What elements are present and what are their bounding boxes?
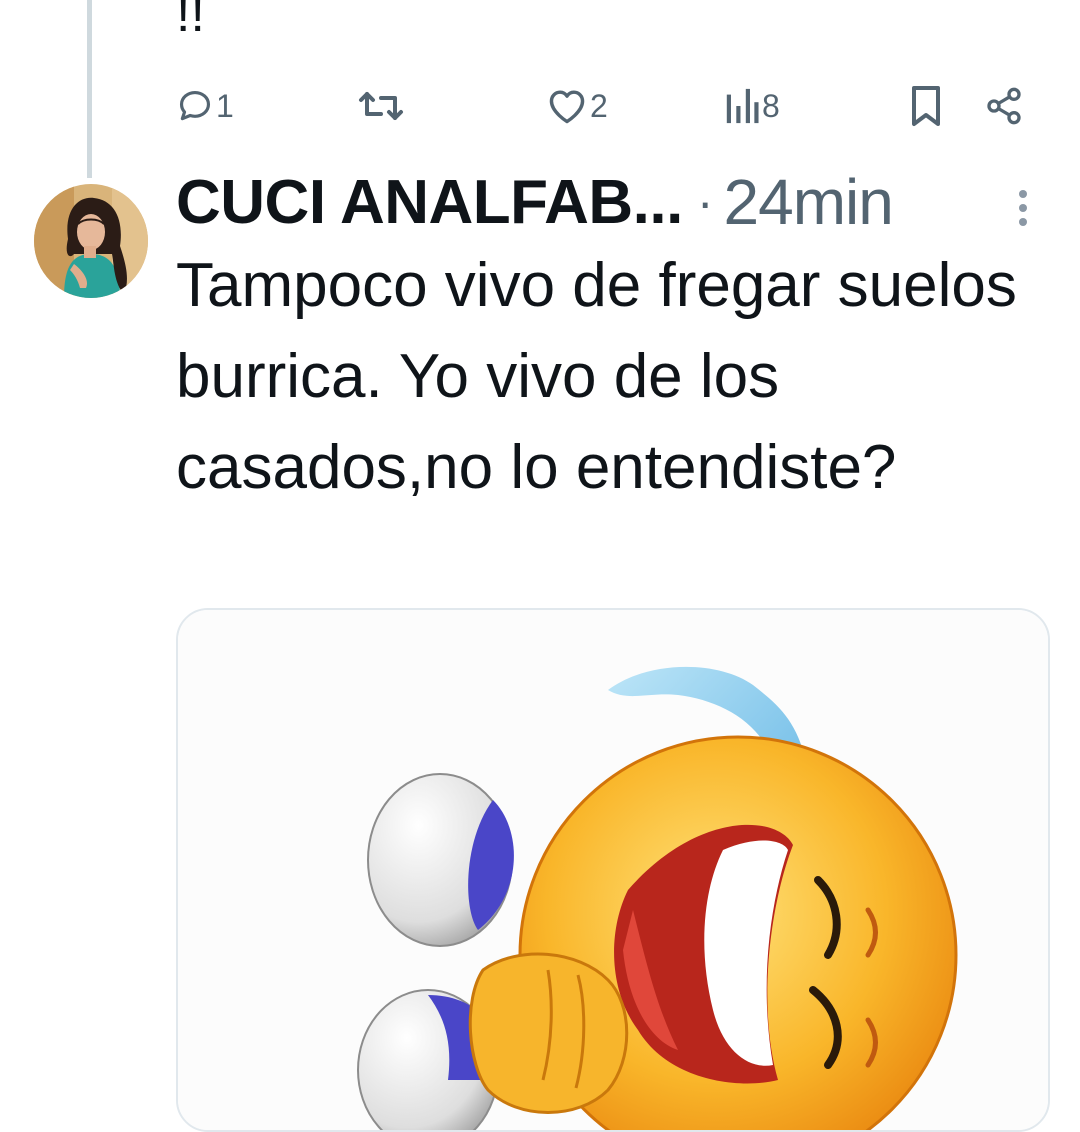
like-button[interactable]: 2 [546,80,608,132]
bookmark-button[interactable] [906,80,946,132]
tweet-header: CUCI ANALFAB... · 24min [176,164,894,240]
tweet-timestamp[interactable]: 24min [724,165,894,239]
views-button[interactable]: 8 [724,80,780,132]
heart-icon [549,90,585,124]
author-avatar[interactable] [34,184,148,298]
retweet-icon [359,92,403,120]
reply-icon [179,90,211,121]
share-icon [987,87,1021,125]
reply-button[interactable]: 1 [176,80,234,132]
more-vertical-icon [1019,190,1027,226]
header-separator: · [696,174,714,230]
more-options-button[interactable] [1010,186,1036,230]
share-button[interactable] [984,80,1024,132]
avatar-photo [34,184,148,298]
views-icon [726,88,759,124]
author-name[interactable]: CUCI ANALFAB... [176,167,683,238]
reply-count: 1 [216,87,234,124]
previous-tweet-text-tail: !! [176,0,205,43]
like-count: 2 [590,87,608,124]
views-count: 8 [762,87,780,124]
laughing-crying-emoji-image [178,610,1048,1130]
tweet-text: Tampoco vivo de fregar suelos burrica. Y… [176,251,1017,502]
bookmark-icon [912,86,940,126]
previous-tweet-action-bar: 1 2 8 [0,80,1080,132]
retweet-button[interactable] [357,80,407,132]
tweet-media-gif[interactable] [176,608,1050,1132]
